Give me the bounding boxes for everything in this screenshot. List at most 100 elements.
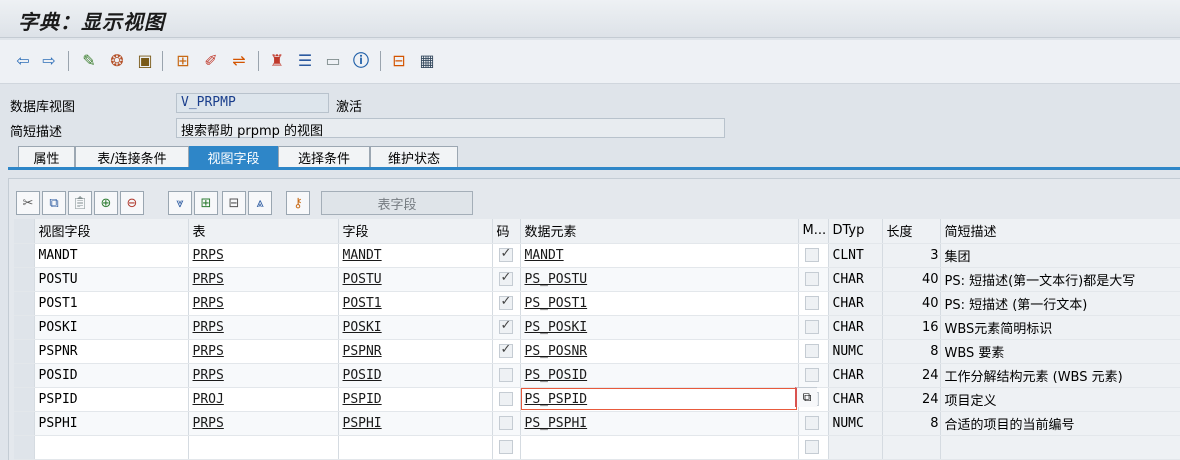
info-icon[interactable]: ⓘ — [350, 50, 372, 72]
row-selector[interactable] — [14, 243, 35, 268]
cell-table[interactable]: PRPS — [188, 243, 339, 268]
cell-link[interactable]: PS_POSID — [525, 368, 588, 383]
col-mod[interactable]: M... — [798, 219, 829, 244]
col-table[interactable]: 表 — [188, 219, 339, 244]
cell-link[interactable]: POSTU — [343, 272, 382, 287]
cell-data-element[interactable] — [520, 435, 799, 460]
col-short-desc[interactable]: 简短描述 — [940, 219, 1180, 244]
tree-icon[interactable]: ⊟ — [388, 50, 410, 72]
table-row[interactable]: POST1 PRPS POST1 PS_POST1 CHAR40PS: 短描述 (第一行… — [14, 291, 1180, 316]
col-dtyp[interactable]: DTyp — [828, 219, 883, 244]
cell-link[interactable]: PRPS — [193, 248, 224, 263]
cell-field[interactable]: POST1 — [338, 291, 493, 316]
cell-table[interactable]: PRPS — [188, 339, 339, 364]
delete-row-icon[interactable]: ⊖ — [120, 191, 144, 215]
short-desc-field[interactable]: 搜索帮助 prpmp 的视图 — [176, 118, 725, 139]
cell-link[interactable]: POST1 — [343, 296, 382, 311]
select-all-corner[interactable] — [14, 219, 35, 244]
cell-link[interactable]: POSKI — [343, 320, 382, 335]
list-icon[interactable]: ▭ — [322, 50, 344, 72]
row-selector[interactable] — [14, 435, 35, 460]
row-selector[interactable] — [14, 267, 35, 292]
tab-attributes[interactable]: 属性 — [18, 146, 75, 168]
row-selector[interactable] — [14, 411, 35, 436]
cell-table[interactable]: PRPS — [188, 267, 339, 292]
cell-data-element[interactable]: PS_POSKI — [520, 315, 799, 340]
cell-link[interactable]: PS_POST1 — [525, 296, 588, 311]
cell-link[interactable]: MANDT — [343, 248, 382, 263]
cell-view-field[interactable]: PSPNR — [34, 339, 189, 364]
cell-link[interactable]: PRPS — [193, 344, 224, 359]
cell-data-element[interactable]: PS_POSTU — [520, 267, 799, 292]
move-up-icon[interactable]: ⩓ — [248, 191, 272, 215]
cell-link[interactable]: PROJ — [193, 392, 224, 407]
cell-table[interactable]: PRPS — [188, 411, 339, 436]
view-name-field[interactable]: V_PRPMP — [176, 93, 329, 113]
cell-table[interactable]: PROJ — [188, 387, 339, 412]
cell-data-element[interactable]: PS_PSPHI — [520, 411, 799, 436]
cell-view-field[interactable]: PSPHI — [34, 411, 189, 436]
navigate-icon[interactable]: ⇌ — [228, 50, 250, 72]
cell-view-field[interactable]: POSTU — [34, 267, 189, 292]
cell-data-element[interactable]: PS_POSID — [520, 363, 799, 388]
align-icon[interactable]: ☰ — [294, 50, 316, 72]
cell-view-field[interactable]: POST1 — [34, 291, 189, 316]
cell-link[interactable]: PS_PSPHI — [525, 416, 588, 431]
cell-link[interactable]: PS_POSTU — [525, 272, 588, 287]
cell-link[interactable]: PSPHI — [343, 416, 382, 431]
col-field[interactable]: 字段 — [338, 219, 493, 244]
row-selector[interactable] — [14, 339, 35, 364]
cell-data-element[interactable]: MANDT — [520, 243, 799, 268]
cell-link[interactable]: PRPS — [193, 272, 224, 287]
cell-view-field[interactable]: POSID — [34, 363, 189, 388]
row-selector[interactable] — [14, 363, 35, 388]
cell-field[interactable]: POSTU — [338, 267, 493, 292]
cell-link[interactable]: PRPS — [193, 320, 224, 335]
sort-icon[interactable]: ⩔ — [168, 191, 192, 215]
table-row[interactable]: PSPHI PRPS PSPHI PS_PSPHI NUMC 8 合适的项目的当前编号 — [14, 411, 1180, 436]
cell-link[interactable]: PRPS — [193, 368, 224, 383]
activate-icon[interactable]: ▣ — [134, 50, 156, 72]
row-selector[interactable] — [14, 387, 35, 412]
paste-icon[interactable]: 📋︎ — [68, 191, 92, 215]
grid-icon[interactable]: ▦ — [416, 50, 438, 72]
table-row[interactable]: PSPNR PRPS PSPNR PS_POSNR NUMC8WBS 要素 — [14, 339, 1180, 364]
col-data-element[interactable]: 数据元素 — [520, 219, 799, 244]
cut-icon[interactable]: ✂ — [16, 191, 40, 215]
cell-table[interactable]: PRPS — [188, 363, 339, 388]
value-help-icon[interactable]: ⧉ — [795, 387, 817, 407]
deselect-all-icon[interactable]: ⊟ — [222, 191, 246, 215]
table-row[interactable]: POSKI PRPS POSKI PS_POSKI CHAR16WBS元素简明标识 — [14, 315, 1180, 340]
cell-view-field[interactable]: PSPID — [34, 387, 189, 412]
cell-link[interactable]: PSPNR — [343, 344, 382, 359]
insert-row-icon[interactable]: ⊕ — [94, 191, 118, 215]
cell-table[interactable] — [188, 435, 339, 460]
cell-link[interactable]: PS_POSNR — [525, 344, 588, 359]
cell-link[interactable]: PRPS — [193, 296, 224, 311]
row-selector[interactable] — [14, 315, 35, 340]
cell-field[interactable]: PSPID — [338, 387, 493, 412]
table-row[interactable]: MANDT PRPS MANDT MANDT CLNT3集团 — [14, 243, 1180, 268]
empty-row[interactable] — [14, 435, 1180, 460]
select-all-icon[interactable]: ⊞ — [194, 191, 218, 215]
other-object-icon[interactable]: ✎ — [78, 50, 100, 72]
cell-table[interactable]: PRPS — [188, 291, 339, 316]
cell-data-element[interactable]: PS_PSPID — [520, 387, 799, 412]
tab-tables-join[interactable]: 表/连接条件 — [75, 146, 189, 168]
col-key[interactable]: 码 — [492, 219, 521, 244]
cell-link[interactable]: PRPS — [193, 416, 224, 431]
col-view-field[interactable]: 视图字段 — [34, 219, 189, 244]
tab-maintenance-status[interactable]: 维护状态 — [370, 146, 458, 168]
table-row[interactable]: PSPID PROJ PSPID PS_PSPID CHAR 24 项目定义 — [14, 387, 1180, 412]
key-icon[interactable]: ⚷ — [286, 191, 310, 215]
table-row[interactable]: POSTU PRPS POSTU PS_POSTU CHAR40PS: 短描述(第一文本… — [14, 267, 1180, 292]
cell-link[interactable]: MANDT — [525, 248, 564, 263]
table-row[interactable]: POSID PRPS POSID PS_POSID CHAR 24 工作分解结构元素 (WB… — [14, 363, 1180, 388]
cell-table[interactable]: PRPS — [188, 315, 339, 340]
cell-link[interactable]: PSPID — [343, 392, 382, 407]
tab-view-fields[interactable]: 视图字段 — [189, 146, 278, 168]
cell-link[interactable]: PS_PSPID — [525, 392, 588, 407]
cell-link[interactable]: POSID — [343, 368, 382, 383]
cell-view-field[interactable]: MANDT — [34, 243, 189, 268]
col-length[interactable]: 长度 — [882, 219, 941, 244]
